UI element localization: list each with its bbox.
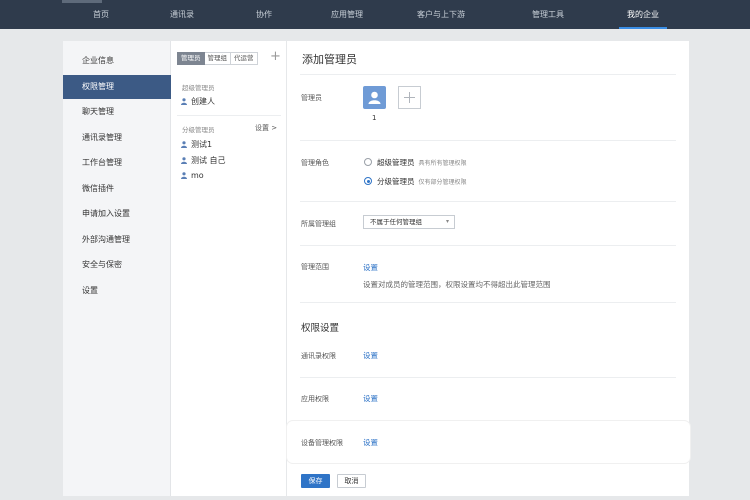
top-navigation-bar: 首页 通讯录 协作 应用管理 客户与上下游 管理工具 我的企业 [0, 0, 750, 29]
device-permission-link[interactable]: 设置 [363, 437, 378, 448]
nav-item-app-management[interactable]: 应用管理 [331, 9, 363, 20]
cancel-button[interactable]: 取消 [337, 474, 366, 488]
nav-item-management-tools[interactable]: 管理工具 [532, 9, 564, 20]
device-permission-row [287, 421, 690, 463]
role-name: 分级管理员 [377, 177, 415, 186]
permission-section-title: 权限设置 [301, 323, 340, 334]
role-desc: 仅有部分管理权限 [418, 179, 467, 186]
divider [300, 201, 676, 202]
app-permission-label: 应用权限 [301, 395, 329, 403]
divider [177, 115, 281, 116]
tab-operators[interactable]: 代运营 [231, 52, 258, 65]
radio-sub-admin[interactable] [364, 177, 372, 185]
sidebar: 企业信息 权限管理 聊天管理 通讯录管理 工作台管理 微信插件 申请加入设置 外… [63, 41, 171, 496]
sub-admin-item[interactable]: 测试 自己 [181, 155, 226, 166]
sidebar-item-enterprise-info[interactable]: 企业信息 [63, 49, 171, 73]
sidebar-item-wechat-plugin[interactable]: 微信插件 [63, 177, 171, 201]
sidebar-item-chat-management[interactable]: 聊天管理 [63, 100, 171, 124]
device-permission-label: 设备管理权限 [301, 439, 343, 447]
sidebar-item-workbench-management[interactable]: 工作台管理 [63, 151, 171, 175]
sidebar-item-settings[interactable]: 设置 [63, 279, 171, 303]
add-member-button[interactable] [398, 86, 421, 109]
contacts-permission-label: 通讯录权限 [301, 352, 336, 360]
super-admin-name: 创建人 [191, 97, 215, 106]
sidebar-item-external-communication[interactable]: 外部沟通管理 [63, 228, 171, 252]
person-icon [181, 141, 187, 148]
sub-admin-settings-link[interactable]: 设置 > [255, 123, 277, 133]
add-admin-icon[interactable]: + [270, 49, 281, 64]
avatar-count: 1 [372, 114, 377, 122]
scope-description: 设置对成员的管理范围，权限设置均不得超出此管理范围 [363, 280, 551, 289]
nav-active-underline [619, 27, 667, 29]
role-name: 超级管理员 [377, 158, 415, 167]
group-select[interactable]: 不属于任何管理组 ▾ [363, 215, 455, 229]
person-icon [368, 91, 381, 104]
divider [300, 302, 676, 303]
app-permission-link[interactable]: 设置 [363, 393, 378, 404]
divider [300, 74, 676, 75]
role-desc: 具有所有管理权限 [418, 160, 467, 167]
sub-admin-item[interactable]: 测试1 [181, 139, 212, 150]
brand-logo [62, 0, 102, 3]
group-select-value: 不属于任何管理组 [370, 218, 422, 226]
scope-settings-link[interactable]: 设置 [363, 262, 378, 273]
nav-item-collaboration[interactable]: 协作 [256, 9, 272, 20]
divider [300, 377, 676, 378]
radio-super-admin[interactable] [364, 158, 372, 166]
admin-label: 管理员 [301, 94, 322, 102]
tab-admins[interactable]: 管理员 [177, 52, 205, 65]
caret-down-icon: ▾ [445, 218, 449, 225]
super-admin-item[interactable]: 创建人 [181, 96, 215, 107]
person-icon [181, 157, 187, 164]
save-button[interactable]: 保存 [301, 474, 330, 488]
sub-admin-title: 分级管理员 [182, 126, 215, 134]
role-option-sub-admin[interactable]: 分级管理员 仅有部分管理权限 [364, 176, 467, 187]
admin-list-panel: 管理员 管理组 代运营 + 超级管理员 创建人 分级管理员 设置 > 测试1 测… [171, 41, 287, 496]
nav-item-customers[interactable]: 客户与上下游 [417, 9, 465, 20]
sub-admin-name: mo [191, 171, 204, 180]
sidebar-item-security[interactable]: 安全与保密 [63, 253, 171, 277]
role-option-super-admin[interactable]: 超级管理员 具有所有管理权限 [364, 157, 467, 168]
sidebar-item-contacts-management[interactable]: 通讯录管理 [63, 126, 171, 150]
scope-label: 管理范围 [301, 263, 329, 271]
avatar[interactable] [363, 86, 386, 109]
sidebar-item-join-settings[interactable]: 申请加入设置 [63, 202, 171, 226]
person-icon [181, 98, 187, 105]
sub-admin-item[interactable]: mo [181, 171, 204, 180]
admin-tab-group: 管理员 管理组 代运营 [177, 52, 258, 65]
page-title: 添加管理员 [302, 53, 357, 66]
main-nav: 首页 通讯录 协作 应用管理 客户与上下游 管理工具 我的企业 [0, 4, 750, 29]
group-label: 所属管理组 [301, 220, 336, 228]
super-admin-title: 超级管理员 [182, 84, 215, 92]
divider [300, 140, 676, 141]
divider [300, 245, 676, 246]
contacts-permission-link[interactable]: 设置 [363, 350, 378, 361]
nav-item-my-enterprise[interactable]: 我的企业 [627, 9, 659, 20]
person-icon [181, 172, 187, 179]
sub-admin-name: 测试 自己 [191, 156, 226, 165]
sub-admin-name: 测试1 [191, 140, 213, 149]
nav-item-contacts[interactable]: 通讯录 [170, 9, 194, 20]
sidebar-item-permission-management[interactable]: 权限管理 [63, 75, 171, 99]
tab-admin-groups[interactable]: 管理组 [204, 52, 231, 65]
role-label: 管理角色 [301, 159, 329, 167]
nav-item-home[interactable]: 首页 [93, 9, 109, 20]
